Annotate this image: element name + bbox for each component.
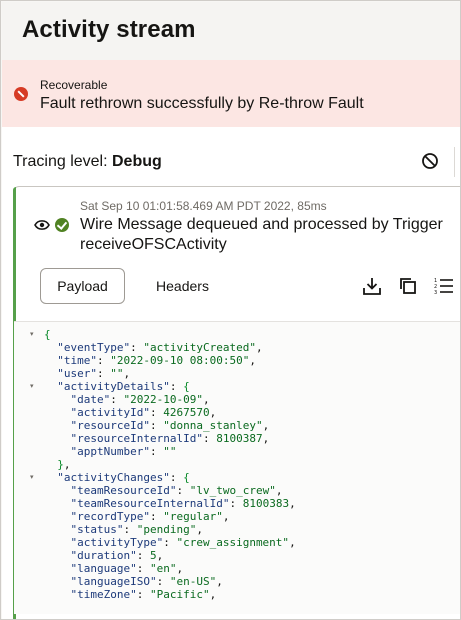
code-line: "user": "", [14,367,460,380]
code-text: "date": "2022-10-09", [70,393,210,406]
code-line: "apptNumber": "" [14,445,460,458]
banner-message: Fault rethrown successfully by Re-throw … [40,95,364,112]
code-text: "activityId": 4267570, [70,406,217,419]
code-text: "activityChanges": { [57,471,190,484]
tracing-value: Debug [112,153,162,170]
svg-text:3: 3 [434,290,437,296]
code-text: "apptNumber": "" [70,445,177,458]
code-line: "time": "2022-09-10 08:00:50", [14,354,460,367]
fold-toggle-icon[interactable]: ▾ [30,471,34,484]
code-text: "user": "", [57,367,131,380]
page-title: Activity stream [22,16,196,43]
activity-timestamp: Sat Sep 10 01:01:58.469 AM PDT 2022, 85m… [80,199,327,213]
activity-card: Sat Sep 10 01:01:58.469 AM PDT 2022, 85m… [13,186,460,619]
code-line: "resourceId": "donna_stanley", [14,419,460,432]
code-text: "language": "en", [70,562,184,575]
tab-headers[interactable]: Headers [140,268,225,304]
code-text: "timeZone": "Pacific", [70,588,217,601]
code-line: "teamResourceId": "lv_two_crew", [14,484,460,497]
code-line: "timeZone": "Pacific", [14,588,460,601]
code-line: ▾ "activityChanges": { [14,471,460,484]
code-line: "activityId": 4267570, [14,406,460,419]
clear-icon[interactable] [421,152,439,170]
code-text: "resourceId": "donna_stanley", [70,419,270,432]
code-line: "recordType": "regular", [14,510,460,523]
eye-icon[interactable] [34,219,50,231]
activity-stream-panel: Activity stream Recoverable Fault rethro… [0,0,461,620]
code-line: "eventType": "activityCreated", [14,341,460,354]
fold-toggle-icon[interactable]: ▾ [30,380,34,393]
fault-banner: Recoverable Fault rethrown successfully … [2,60,460,127]
fold-toggle-icon[interactable]: ▾ [30,328,34,341]
code-line: "teamResourceInternalId": 8100383, [14,497,460,510]
tracing-level: Tracing level: Debug [13,153,162,171]
code-text: "teamResourceInternalId": 8100383, [70,497,296,510]
copy-icon[interactable] [398,276,418,296]
code-line: "resourceInternalId": 8100387, [14,432,460,445]
code-text: { [44,328,51,341]
code-line: ▾ "activityDetails": { [14,380,460,393]
code-text: "eventType": "activityCreated", [57,341,263,354]
code-line: ▾{ [14,328,460,341]
banner-type: Recoverable [40,78,108,92]
code-text: "duration": 5, [70,549,164,562]
code-text: "languageISO": "en-US", [70,575,223,588]
toolbar-divider [454,147,455,177]
code-text: }, [57,458,71,471]
tracing-label: Tracing level: [13,153,112,170]
success-check-icon [55,218,69,232]
code-text: "recordType": "regular", [70,510,230,523]
code-text: "activityDetails": { [57,380,190,393]
code-line: "duration": 5, [14,549,460,562]
panel-header: Activity stream [2,2,460,60]
code-line: }, [14,458,460,471]
code-line: "language": "en", [14,562,460,575]
code-text: "activityType": "crew_assignment", [70,536,296,549]
code-line: "languageISO": "en-US", [14,575,460,588]
tab-payload[interactable]: Payload [40,268,125,304]
list-icon[interactable]: 1 2 3 [434,276,454,296]
code-text: "teamResourceId": "lv_two_crew", [70,484,283,497]
code-text: "resourceInternalId": 8100387, [70,432,270,445]
activity-message: Wire Message dequeued and processed by T… [80,216,443,253]
code-line: "activityType": "crew_assignment", [14,536,460,549]
activity-content: Tracing level: Debug Sat Sep 10 01:01:58… [2,127,460,619]
code-text: "time": "2022-09-10 08:00:50", [57,354,256,367]
code-text: "status": "pending", [70,523,203,536]
code-line: "date": "2022-10-09", [14,393,460,406]
error-icon [14,87,28,101]
code-line: "status": "pending", [14,523,460,536]
payload-viewer[interactable]: ▾{ "eventType": "activityCreated", "time… [14,321,460,614]
download-icon[interactable] [362,276,382,296]
